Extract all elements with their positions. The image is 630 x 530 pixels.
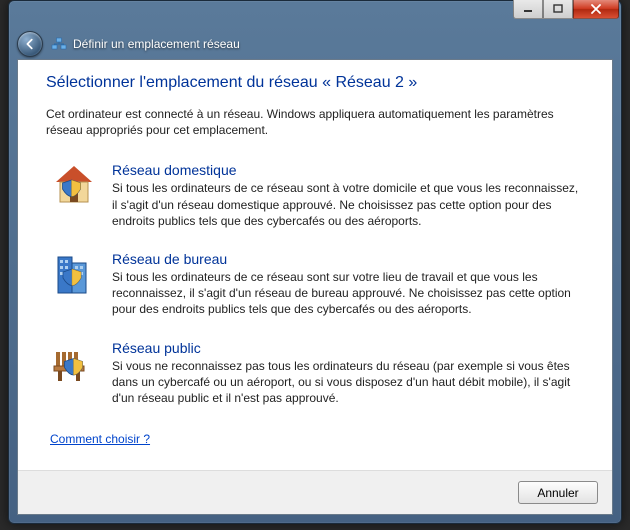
option-public-network[interactable]: Réseau public Si vous ne reconnaissez pa…: [46, 334, 584, 423]
intro-text: Cet ordinateur est connecté à un réseau.…: [46, 106, 584, 138]
minimize-button[interactable]: [513, 0, 543, 19]
wizard-title-text: Définir un emplacement réseau: [73, 37, 240, 51]
bench-icon: [50, 340, 98, 407]
option-home-desc: Si tous les ordinateurs de ce réseau son…: [112, 180, 580, 229]
help-link[interactable]: Comment choisir ?: [50, 432, 150, 446]
option-public-desc: Si vous ne reconnaissez pas tous les ord…: [112, 358, 580, 407]
titlebar: [9, 1, 621, 29]
option-public-text: Réseau public Si vous ne reconnaissez pa…: [112, 340, 580, 407]
body: Sélectionner l'emplacement du réseau « R…: [18, 60, 612, 470]
maximize-button[interactable]: [543, 0, 573, 19]
option-home-title: Réseau domestique: [112, 162, 580, 178]
wizard-title: Définir un emplacement réseau: [51, 36, 240, 52]
option-home-text: Réseau domestique Si tous les ordinateur…: [112, 162, 580, 229]
option-work-title: Réseau de bureau: [112, 251, 580, 267]
house-icon: [50, 162, 98, 229]
cancel-button[interactable]: Annuler: [518, 481, 598, 504]
option-work-text: Réseau de bureau Si tous les ordinateurs…: [112, 251, 580, 318]
option-home-network[interactable]: Réseau domestique Si tous les ordinateur…: [46, 156, 584, 245]
back-button[interactable]: [17, 31, 43, 57]
footer: Annuler: [18, 470, 612, 514]
option-work-network[interactable]: Réseau de bureau Si tous les ordinateurs…: [46, 245, 584, 334]
wizard-window: Définir un emplacement réseau Sélectionn…: [8, 0, 622, 524]
window-controls: [513, 0, 619, 19]
content-pane: Sélectionner l'emplacement du réseau « R…: [17, 59, 613, 515]
close-button[interactable]: [573, 0, 619, 19]
network-icon: [51, 36, 67, 52]
option-public-title: Réseau public: [112, 340, 580, 356]
option-work-desc: Si tous les ordinateurs de ce réseau son…: [112, 269, 580, 318]
office-icon: [50, 251, 98, 318]
page-title: Sélectionner l'emplacement du réseau « R…: [46, 74, 584, 92]
nav-row: Définir un emplacement réseau: [9, 29, 621, 59]
